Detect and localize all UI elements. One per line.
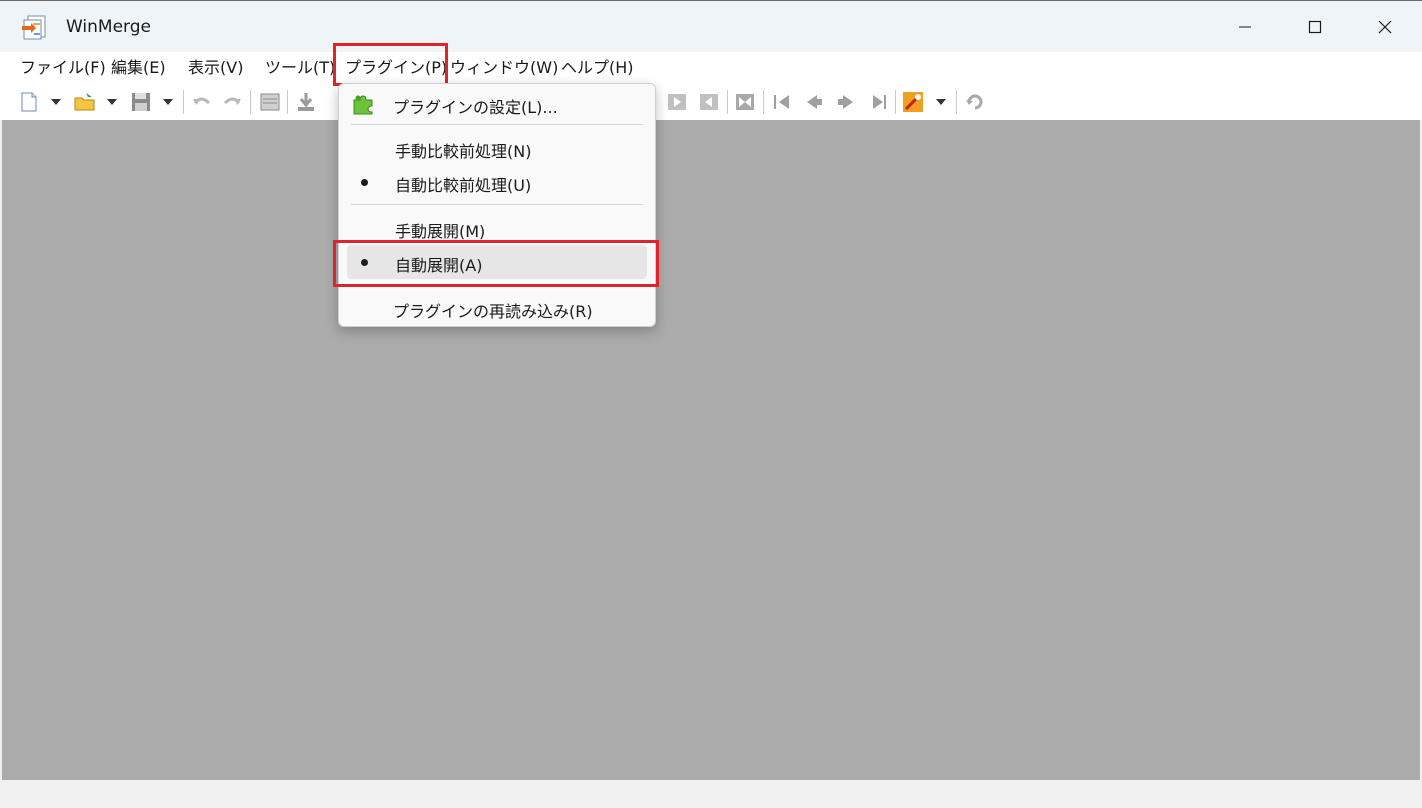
menu-tools[interactable]: ツール(T) [265, 57, 335, 79]
minimize-icon [1239, 26, 1251, 28]
menu-window[interactable]: ウィンドウ(W) [450, 57, 558, 79]
options-dropdown-icon[interactable] [936, 99, 946, 105]
toolbar-separator [763, 90, 764, 114]
prev-conflict-icon[interactable] [803, 91, 825, 113]
menu-item-label: 手動比較前処理(N) [395, 142, 532, 161]
menu-separator [351, 204, 643, 205]
close-button[interactable] [1350, 1, 1420, 53]
menu-item-label: 自動比較前処理(U) [395, 176, 532, 195]
menu-item-label: 手動展開(M) [395, 222, 486, 241]
toolbar-separator [250, 90, 251, 114]
toolbar-separator [895, 90, 896, 114]
maximize-icon [1308, 20, 1322, 34]
plugins-dropdown-menu: プラグインの設定(L)... 手動比較前処理(N) 自動比較前処理(U) 手動展… [338, 83, 656, 327]
undo-icon[interactable] [191, 91, 213, 113]
toolbar-separator [956, 90, 957, 114]
menu-item-plugin-settings[interactable]: プラグインの設定(L)... [339, 87, 655, 121]
compare-icon[interactable] [259, 91, 281, 113]
next-diff-icon[interactable] [666, 91, 688, 113]
redo-icon[interactable] [221, 91, 243, 113]
open-folder-icon[interactable] [74, 91, 96, 113]
close-icon [1378, 20, 1392, 34]
window-title: WinMerge [66, 17, 151, 37]
menu-item-label: プラグインの設定(L)... [393, 98, 558, 117]
next-conflict-icon[interactable] [835, 91, 857, 113]
first-diff-icon[interactable] [771, 91, 793, 113]
open-dropdown-icon[interactable] [107, 99, 117, 105]
menu-file[interactable]: ファイル(F) [20, 57, 106, 79]
maximize-button[interactable] [1280, 1, 1350, 53]
copy-to-right-icon[interactable] [295, 91, 317, 113]
winmerge-window: WinMerge ファイル(F) 編集(E) 表示(V) ツール(T) プラグイ… [0, 0, 1422, 808]
winmerge-app-icon[interactable] [20, 14, 48, 40]
menu-plugins-highlight [333, 43, 448, 86]
puzzle-icon [351, 92, 375, 116]
refresh-icon[interactable] [964, 91, 986, 113]
toolbar-separator [287, 90, 288, 114]
menu-edit[interactable]: 編集(E) [111, 57, 166, 79]
menu-help[interactable]: ヘルプ(H) [561, 57, 634, 79]
new-dropdown-icon[interactable] [51, 99, 61, 105]
status-bar [0, 780, 1422, 808]
toolbar-separator [727, 90, 728, 114]
menu-item-reload-plugins[interactable]: プラグインの再読み込み(R) [339, 291, 655, 325]
menu-bar: ファイル(F) 編集(E) 表示(V) ツール(T) プラグイン(P) ウィンド… [0, 52, 1422, 84]
menu-item-manual-prediff[interactable]: 手動比較前処理(N) [339, 131, 655, 165]
mdi-client-area [2, 120, 1420, 780]
menu-separator [351, 124, 643, 125]
save-icon[interactable] [130, 91, 152, 113]
menu-view[interactable]: 表示(V) [188, 57, 243, 79]
menu-item-auto-prediff[interactable]: 自動比較前処理(U) [339, 165, 655, 199]
toolbar-separator [183, 90, 184, 114]
all-diff-icon[interactable] [734, 91, 756, 113]
minimize-button[interactable] [1210, 1, 1280, 53]
new-file-icon[interactable] [18, 91, 40, 113]
options-tools-icon[interactable] [902, 91, 924, 113]
toolbar [0, 84, 1422, 120]
auto-unpack-highlight [333, 240, 659, 287]
prev-diff-icon[interactable] [698, 91, 720, 113]
menu-item-label: プラグインの再読み込み(R) [393, 302, 593, 321]
save-dropdown-icon[interactable] [163, 99, 173, 105]
checked-bullet-icon [361, 179, 368, 186]
title-bar[interactable]: WinMerge [0, 0, 1422, 53]
last-diff-icon[interactable] [867, 91, 889, 113]
